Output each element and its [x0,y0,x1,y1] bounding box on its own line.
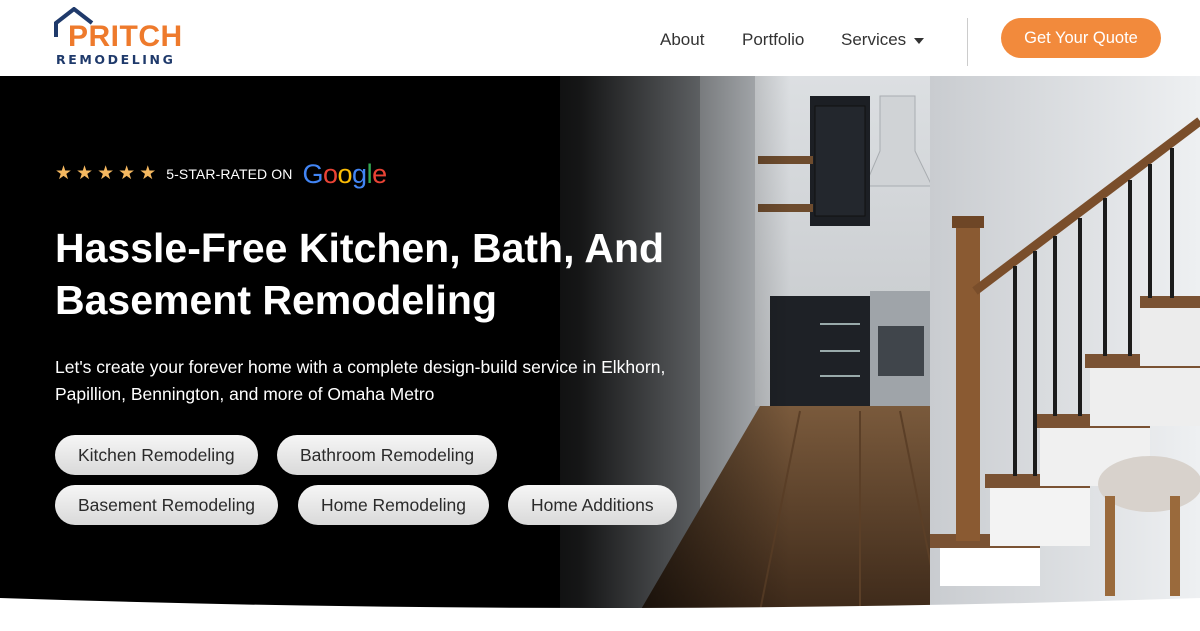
google-logo: Google [302,159,387,189]
headline-bold: Hassle-Free [55,225,288,271]
chip-home-remodeling[interactable]: Home Remodeling [298,485,489,525]
nav-about[interactable]: About [660,30,704,50]
nav-services[interactable]: Services [841,30,925,50]
nav-portfolio[interactable]: Portfolio [742,30,804,50]
caret-down-icon [914,37,925,44]
chip-home-additions[interactable]: Home Additions [508,485,677,525]
logo[interactable]: PRITCH REMODELING [54,7,194,69]
chip-basement-remodeling[interactable]: Basement Remodeling [55,485,279,525]
google-rating: ★ ★ ★ ★ ★ 5-STAR-RATED ON Google [55,160,387,188]
hero-bottom-curve [0,598,1200,631]
star-icon: ★ [55,163,73,184]
rating-text: 5-STAR-RATED ON [166,166,293,182]
chip-bathroom-remodeling[interactable]: Bathroom Remodeling [277,435,498,475]
hero-headline: Hassle-Free Kitchen, Bath, And Basement … [55,222,735,326]
star-icon: ★ [139,163,157,184]
get-quote-button[interactable]: Get Your Quote [1001,18,1161,58]
logo-subtitle: REMODELING [56,52,176,67]
logo-word: PRITCH [68,20,183,53]
hero-gradient-overlay [0,76,1200,611]
nav-services-label: Services [841,30,907,49]
site-header: PRITCH REMODELING About Portfolio Servic… [0,0,1200,76]
star-icon: ★ [97,163,115,184]
star-icon: ★ [118,163,136,184]
hero-section: ★ ★ ★ ★ ★ 5-STAR-RATED ON Google Hassle-… [0,76,1200,611]
chip-kitchen-remodeling[interactable]: Kitchen Remodeling [55,435,258,475]
star-icon: ★ [76,163,94,184]
nav-divider [967,18,968,66]
hero-intro: Let's create your forever home with a co… [55,357,666,404]
